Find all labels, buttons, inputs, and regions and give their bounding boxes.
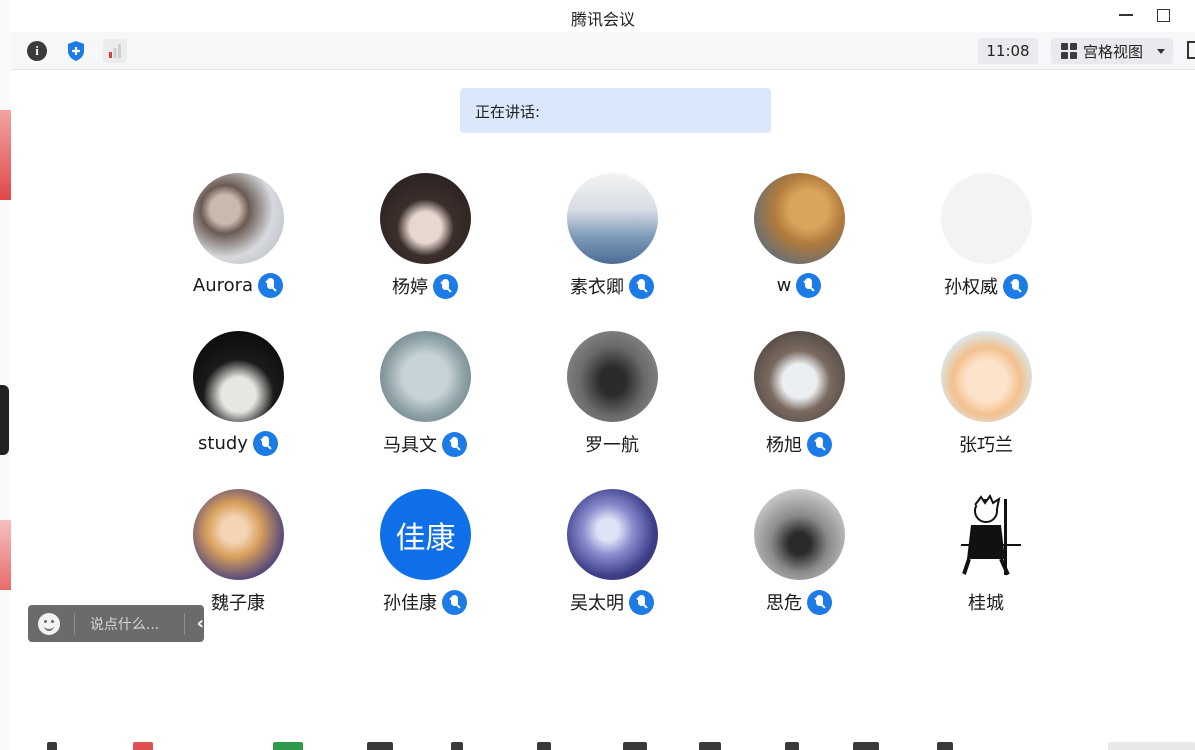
background-window-edge <box>0 0 11 750</box>
mic-muted-icon[interactable] <box>442 589 467 615</box>
mic-muted-icon[interactable] <box>796 273 822 298</box>
participant-name: Aurora <box>192 275 254 296</box>
window-title: 腾讯会议 <box>570 10 635 29</box>
participant-name: 思危 <box>766 593 802 614</box>
participant-name: 魏子康 <box>211 593 265 614</box>
participant-name: 桂城 <box>968 593 1004 614</box>
avatar <box>380 173 471 264</box>
avatar <box>941 489 1032 580</box>
mic-muted-icon[interactable] <box>1003 273 1028 299</box>
participant-tile[interactable]: 佳康 孙佳康 <box>335 489 515 629</box>
mic-muted-icon[interactable] <box>252 431 278 456</box>
avatar <box>754 331 845 422</box>
emoji-icon[interactable] <box>38 612 60 635</box>
chevron-down-icon <box>1157 48 1166 54</box>
mic-muted-icon[interactable] <box>442 431 467 457</box>
meeting-info-icon[interactable]: i <box>25 39 49 63</box>
avatar <box>567 331 658 422</box>
divider <box>73 612 75 635</box>
participant-name: 杨婷 <box>392 277 428 298</box>
participant-tile[interactable]: 素衣卿 <box>522 173 702 313</box>
mic-muted-icon[interactable] <box>807 589 832 615</box>
participant-name: 马具文 <box>383 435 437 456</box>
divider <box>183 612 185 635</box>
chat-input-bar[interactable]: 说点什么... ‹ <box>28 605 204 642</box>
participant-name: w <box>776 275 792 296</box>
participant-tile[interactable]: w <box>709 173 889 313</box>
avatar <box>941 173 1032 264</box>
participant-tile[interactable]: study <box>148 331 328 471</box>
avatar-initials: 佳康 <box>395 520 456 556</box>
participant-tile[interactable]: Aurora <box>148 173 328 313</box>
participant-tile[interactable]: 孙权威 <box>896 173 1076 313</box>
avatar <box>193 331 284 422</box>
avatar <box>567 173 658 264</box>
avatar-illustration <box>961 493 1021 578</box>
participant-tile[interactable]: 思危 <box>709 489 889 629</box>
title-bar: 腾讯会议 <box>11 0 1195 32</box>
mic-muted-icon[interactable] <box>258 273 284 298</box>
mic-muted-icon[interactable] <box>807 431 832 457</box>
participant-name: 吴太明 <box>570 593 624 614</box>
participant-tile[interactable]: 张巧兰 <box>896 331 1076 471</box>
security-shield-icon[interactable] <box>64 39 88 63</box>
avatar: 佳康 <box>380 489 471 580</box>
participant-name: 杨旭 <box>766 435 802 456</box>
avatar <box>193 489 284 580</box>
participant-tile[interactable]: 吴太明 <box>522 489 702 629</box>
chat-input[interactable]: 说点什么... <box>90 614 170 634</box>
avatar <box>567 489 658 580</box>
participant-tile[interactable]: 桂城 <box>896 489 1076 629</box>
participant-name: study <box>198 433 248 454</box>
participant-tile[interactable]: 杨婷 <box>335 173 515 313</box>
participant-name: 孙权威 <box>944 277 998 298</box>
grid-view-icon <box>1061 43 1077 59</box>
participant-name: 张巧兰 <box>959 435 1013 456</box>
participant-name: 罗一航 <box>585 435 639 456</box>
avatar <box>380 331 471 422</box>
participant-tile[interactable]: 马具文 <box>335 331 515 471</box>
chevron-left-icon[interactable]: ‹ <box>197 613 204 634</box>
meeting-clock: 11:08 <box>978 38 1038 64</box>
meeting-window: 腾讯会议 i 11:08 宫格视图 正在讲话: Aurora 杨婷 素衣卿 w … <box>0 0 1195 750</box>
participant-tile[interactable]: 杨旭 <box>709 331 889 471</box>
mic-muted-icon[interactable] <box>629 273 654 299</box>
participant-tile[interactable]: 罗一航 <box>522 331 702 471</box>
participant-name: 孙佳康 <box>383 593 437 614</box>
mic-muted-icon[interactable] <box>629 589 654 615</box>
participant-name: 素衣卿 <box>570 277 624 298</box>
mic-muted-icon[interactable] <box>433 273 458 299</box>
network-signal-icon[interactable] <box>103 39 127 63</box>
avatar <box>941 331 1032 422</box>
maximize-button[interactable] <box>1150 4 1176 26</box>
avatar <box>754 489 845 580</box>
view-mode-label: 宫格视图 <box>1083 42 1144 61</box>
fullscreen-icon[interactable] <box>1187 41 1195 59</box>
top-toolbar: i 11:08 宫格视图 <box>11 32 1195 70</box>
avatar <box>193 173 284 264</box>
bottom-toolbar-partial <box>11 742 1195 750</box>
minimize-button[interactable] <box>1113 4 1139 26</box>
speaking-indicator: 正在讲话: <box>460 88 771 133</box>
avatar <box>754 173 845 264</box>
view-mode-dropdown[interactable]: 宫格视图 <box>1051 38 1173 64</box>
